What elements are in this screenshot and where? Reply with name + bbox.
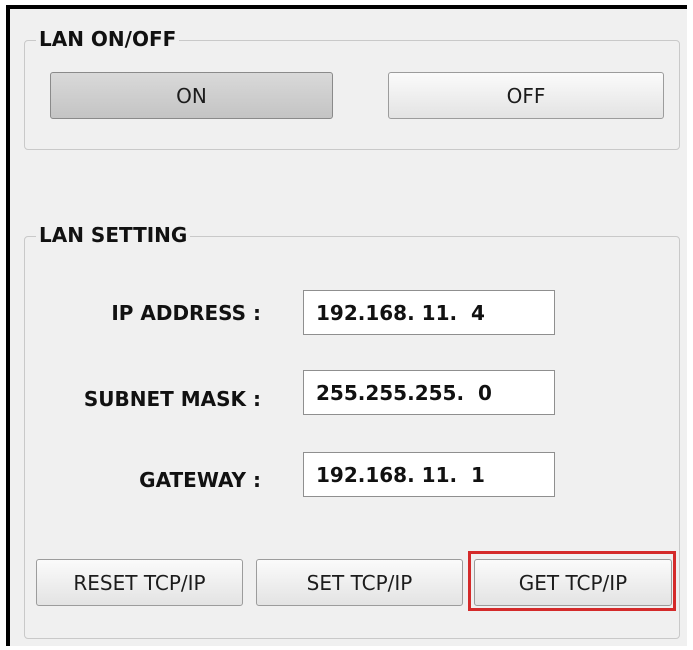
gateway-field[interactable] [303,452,555,497]
set-tcpip-button[interactable]: SET TCP/IP [256,559,463,606]
lan-setting-title: LAN SETTING [36,223,191,247]
reset-tcpip-button[interactable]: RESET TCP/IP [36,559,243,606]
lan-config-panel: LAN ON/OFF ON OFF LAN SETTING IP ADDRESS… [6,5,687,646]
lan-onoff-title: LAN ON/OFF [36,27,180,51]
lan-on-button[interactable]: ON [50,72,333,119]
subnet-mask-label: SUBNET MASK : [83,387,261,411]
gateway-label: GATEWAY : [139,468,261,492]
lan-off-button[interactable]: OFF [388,72,664,119]
ip-address-label: IP ADDRESS : [111,301,261,325]
get-tcpip-button[interactable]: GET TCP/IP [474,559,672,606]
subnet-mask-field[interactable] [303,370,555,415]
ip-address-field[interactable] [303,290,555,335]
